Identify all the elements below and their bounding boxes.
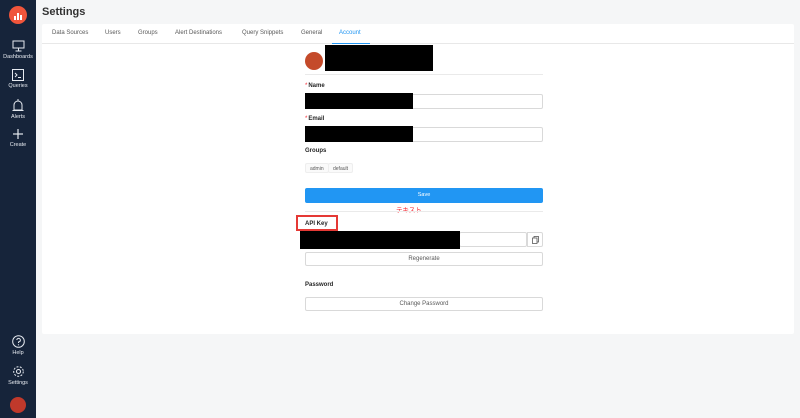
api-key-label: API Key bbox=[305, 221, 328, 227]
tab-account[interactable]: Account bbox=[339, 30, 361, 36]
tab-groups[interactable]: Groups bbox=[138, 30, 158, 36]
profile-avatar[interactable] bbox=[305, 52, 323, 70]
copy-api-key-button[interactable] bbox=[527, 232, 543, 247]
plus-icon bbox=[13, 129, 23, 139]
redacted-email bbox=[305, 126, 413, 142]
divider bbox=[305, 211, 543, 212]
user-avatar[interactable] bbox=[10, 397, 26, 413]
sidebar-item-label: Help bbox=[12, 350, 24, 356]
redacted-name bbox=[305, 93, 413, 109]
main-content: Settings Data Sources Users Groups Alert… bbox=[36, 0, 800, 418]
gear-icon bbox=[12, 366, 24, 377]
app-logo[interactable] bbox=[9, 6, 27, 24]
sidebar: Dashboards Queries Alerts Create Help Se… bbox=[0, 0, 36, 418]
sidebar-item-settings[interactable]: Settings bbox=[0, 365, 36, 386]
api-key-field[interactable] bbox=[459, 232, 527, 247]
group-tag: admin bbox=[305, 163, 329, 173]
tab-data-sources[interactable]: Data Sources bbox=[52, 30, 88, 36]
redacted-username bbox=[325, 45, 433, 71]
change-password-button[interactable]: Change Password bbox=[305, 297, 543, 311]
sidebar-item-help[interactable]: Help bbox=[0, 335, 36, 356]
active-tab-indicator bbox=[332, 43, 370, 44]
monitor-icon bbox=[12, 40, 24, 52]
redacted-api-key bbox=[300, 231, 460, 249]
copy-icon bbox=[531, 235, 539, 244]
sidebar-item-create[interactable]: Create bbox=[0, 128, 36, 148]
tab-alert-destinations[interactable]: Alert Destinations bbox=[175, 30, 222, 36]
tab-users[interactable]: Users bbox=[105, 30, 121, 36]
annotation-text: テキスト bbox=[396, 204, 422, 214]
sidebar-item-queries[interactable]: Queries bbox=[0, 69, 36, 89]
sidebar-item-label: Dashboards bbox=[3, 54, 33, 60]
sidebar-item-label: Alerts bbox=[10, 114, 26, 120]
groups-label: Groups bbox=[305, 148, 327, 154]
settings-card: Data Sources Users Groups Alert Destinat… bbox=[42, 24, 794, 334]
tab-query-snippets[interactable]: Query Snippets bbox=[242, 30, 283, 36]
save-button[interactable]: Save bbox=[305, 188, 543, 203]
email-label: *Email bbox=[305, 116, 325, 122]
page-title: Settings bbox=[42, 6, 86, 18]
password-label: Password bbox=[305, 282, 334, 288]
settings-tabs: Data Sources Users Groups Alert Destinat… bbox=[42, 24, 794, 44]
sidebar-item-dashboards[interactable]: Dashboards bbox=[0, 40, 36, 60]
help-icon bbox=[11, 335, 25, 348]
sidebar-item-label: Queries bbox=[8, 83, 28, 89]
regenerate-button[interactable]: Regenerate bbox=[305, 252, 543, 266]
terminal-icon bbox=[12, 69, 24, 81]
divider bbox=[305, 74, 543, 75]
sidebar-item-label: Settings bbox=[8, 380, 28, 386]
name-label: *Name bbox=[305, 83, 325, 89]
sidebar-item-label: Create bbox=[9, 142, 27, 148]
sidebar-item-alerts[interactable]: Alerts bbox=[0, 99, 36, 120]
group-tag: default bbox=[328, 163, 354, 173]
tab-general[interactable]: General bbox=[301, 30, 322, 36]
alarm-icon bbox=[12, 99, 24, 111]
